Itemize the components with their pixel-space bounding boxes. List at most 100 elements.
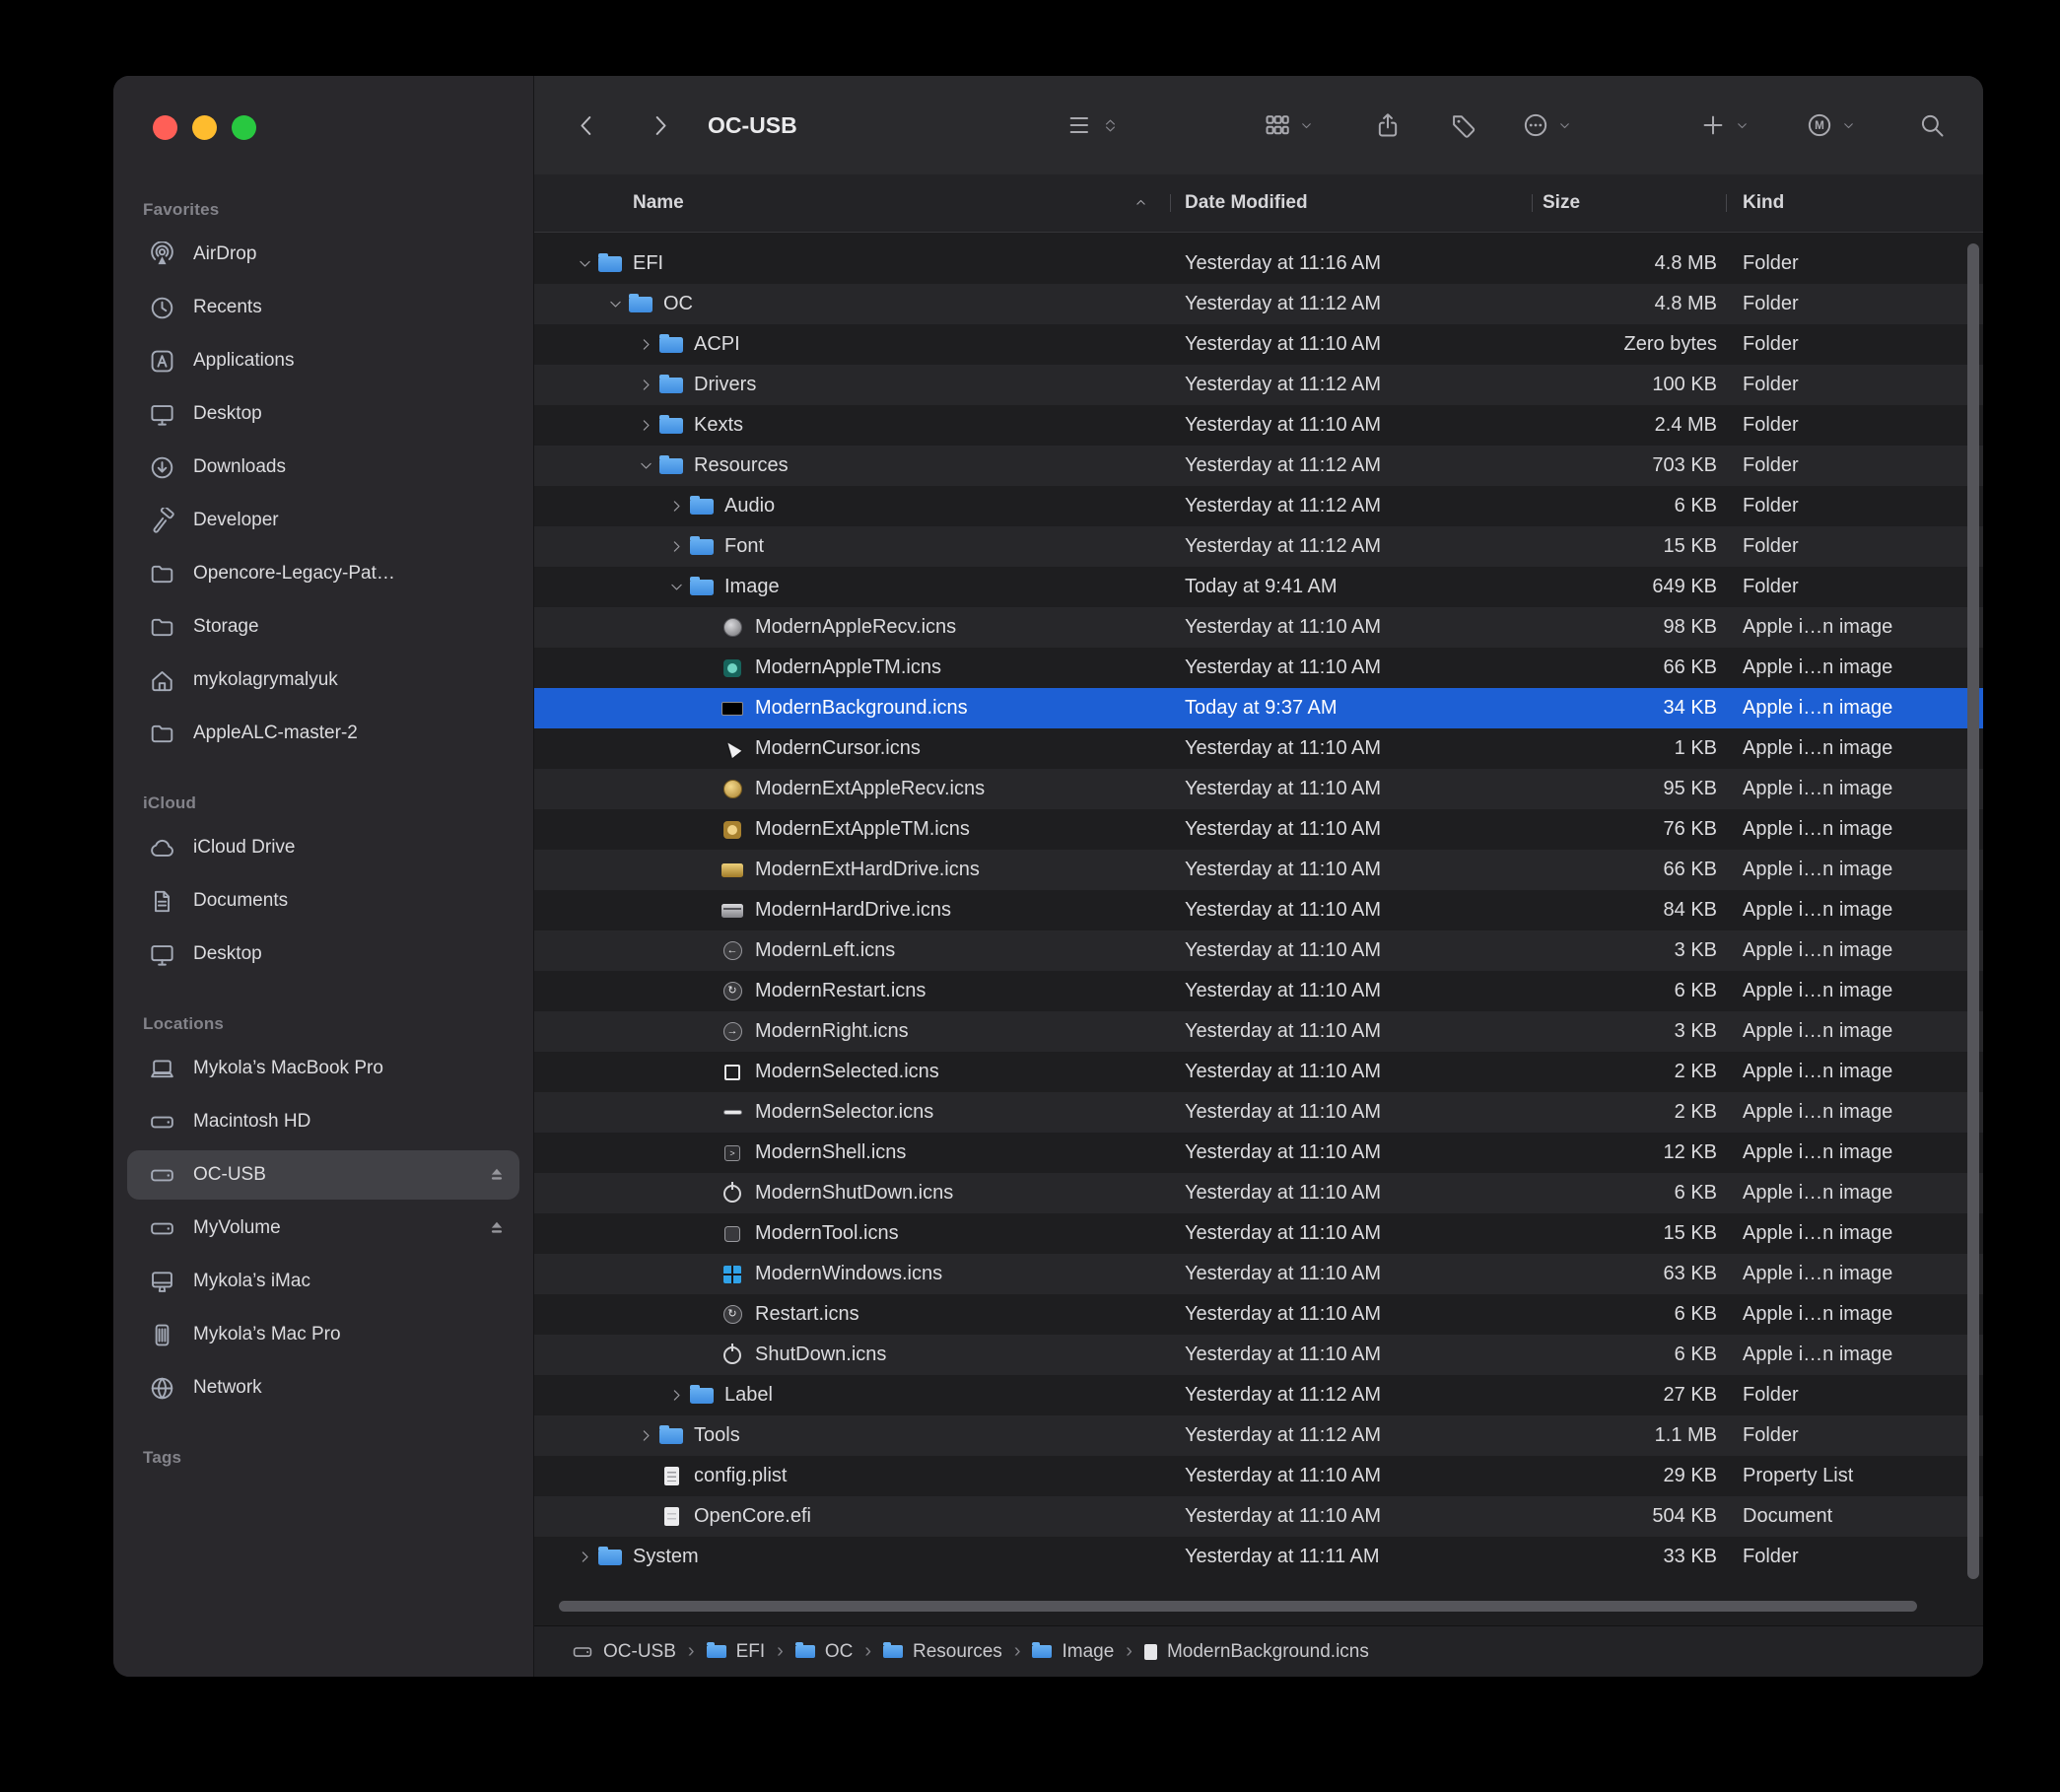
sidebar-item-mykolagrymalyuk[interactable]: mykolagrymalyuk (127, 655, 519, 705)
sidebar-item-desktop[interactable]: Desktop (127, 930, 519, 979)
toolbar-tag-button[interactable] (1450, 76, 1477, 174)
path-item-efi[interactable]: EFI (707, 1641, 766, 1663)
sidebar-item-storage[interactable]: Storage (127, 602, 519, 652)
toolbar-account-button[interactable]: M (1806, 76, 1856, 174)
disclosure-collapsed[interactable] (633, 332, 658, 358)
chev-down-icon[interactable] (668, 579, 685, 595)
disclosure-expanded[interactable] (602, 292, 628, 317)
file-row-modernapplerecv-icns[interactable]: ModernAppleRecv.icnsYesterday at 11:10 A… (534, 607, 1983, 648)
chev-down-icon[interactable] (607, 296, 624, 312)
sidebar-item-documents[interactable]: Documents (127, 876, 519, 926)
chev-right-icon[interactable] (668, 498, 685, 515)
disclosure-collapsed[interactable] (663, 534, 689, 560)
chev-right-icon[interactable] (668, 538, 685, 555)
file-row-modernappletm-icns[interactable]: ModernAppleTM.icnsYesterday at 11:10 AM6… (534, 648, 1983, 688)
file-row-oc[interactable]: OCYesterday at 11:12 AM4.8 MBFolder (534, 284, 1983, 324)
toolbar-back-button[interactable] (574, 76, 600, 174)
sidebar-item-oc-usb[interactable]: OC-USB (127, 1150, 519, 1200)
file-row-modernextharddrive-icns[interactable]: ModernExtHardDrive.icnsYesterday at 11:1… (534, 850, 1983, 890)
file-row-modernextapplerecv-icns[interactable]: ModernExtAppleRecv.icnsYesterday at 11:1… (534, 769, 1983, 809)
file-row-moderncursor-icns[interactable]: ModernCursor.icnsYesterday at 11:10 AM1 … (534, 728, 1983, 769)
eject-icon[interactable] (486, 1217, 508, 1239)
path-item-oc-usb[interactable]: OC-USB (572, 1641, 676, 1663)
vertical-scrollbar[interactable] (1967, 243, 1979, 1579)
toolbar-more-circle-button[interactable] (1522, 76, 1572, 174)
chev-right-icon[interactable] (638, 377, 654, 393)
sidebar-item-mykola-s-imac[interactable]: Mykola’s iMac (127, 1257, 519, 1306)
disclosure-expanded[interactable] (572, 251, 597, 277)
chev-down-icon[interactable] (577, 255, 593, 272)
toolbar-view-list-button[interactable] (1066, 76, 1119, 174)
file-row-modernwindows-icns[interactable]: ModernWindows.icnsYesterday at 11:10 AM6… (534, 1254, 1983, 1294)
chev-right-icon[interactable] (668, 1387, 685, 1404)
column-header-date-modified[interactable]: Date Modified (1185, 174, 1308, 232)
file-row-resources[interactable]: ResourcesYesterday at 11:12 AM703 KBFold… (534, 446, 1983, 486)
disclosure-expanded[interactable] (663, 575, 689, 600)
file-row-acpi[interactable]: ACPIYesterday at 11:10 AMZero bytesFolde… (534, 324, 1983, 365)
file-row-efi[interactable]: EFIYesterday at 11:16 AM4.8 MBFolder (534, 243, 1983, 284)
disclosure-collapsed[interactable] (633, 413, 658, 439)
column-divider[interactable] (1170, 194, 1171, 212)
path-item-image[interactable]: Image (1032, 1641, 1114, 1663)
path-item-modernbackground-icns[interactable]: ModernBackground.icns (1144, 1641, 1369, 1663)
file-row-image[interactable]: ImageToday at 9:41 AM649 KBFolder (534, 567, 1983, 607)
sidebar-item-downloads[interactable]: Downloads (127, 443, 519, 492)
sidebar-item-recents[interactable]: Recents (127, 283, 519, 332)
column-header-kind[interactable]: Kind (1743, 174, 1784, 232)
toolbar-group-button[interactable] (1264, 76, 1314, 174)
file-row-modernshutdown-icns[interactable]: ModernShutDown.icnsYesterday at 11:10 AM… (534, 1173, 1983, 1213)
sidebar-item-mykola-s-macbook-pro[interactable]: Mykola’s MacBook Pro (127, 1044, 519, 1093)
disclosure-collapsed[interactable] (663, 1383, 689, 1409)
sidebar-item-desktop[interactable]: Desktop (127, 389, 519, 439)
column-divider[interactable] (1726, 194, 1727, 212)
eject-icon[interactable] (486, 1164, 508, 1186)
file-row-kexts[interactable]: KextsYesterday at 11:10 AM2.4 MBFolder (534, 405, 1983, 446)
file-row-label[interactable]: LabelYesterday at 11:12 AM27 KBFolder (534, 1375, 1983, 1415)
column-header-size[interactable]: Size (1543, 174, 1580, 232)
file-row-config-plist[interactable]: config.plistYesterday at 11:10 AM29 KBPr… (534, 1456, 1983, 1496)
file-row-font[interactable]: FontYesterday at 11:12 AM15 KBFolder (534, 526, 1983, 567)
chev-down-icon[interactable] (638, 457, 654, 474)
chev-right-icon[interactable] (577, 1549, 593, 1565)
file-row-modernbackground-icns[interactable]: ModernBackground.icnsToday at 9:37 AM34 … (534, 688, 1983, 728)
sidebar-item-myvolume[interactable]: MyVolume (127, 1204, 519, 1253)
file-row-modernextappletm-icns[interactable]: ModernExtAppleTM.icnsYesterday at 11:10 … (534, 809, 1983, 850)
chev-right-icon[interactable] (638, 1427, 654, 1444)
file-row-modernshell-icns[interactable]: ModernShell.icnsYesterday at 11:10 AM12 … (534, 1133, 1983, 1173)
disclosure-expanded[interactable] (633, 453, 658, 479)
toolbar-plus-button[interactable] (1699, 76, 1750, 174)
path-item-oc[interactable]: OC (795, 1641, 854, 1663)
file-row-restart-icns[interactable]: ↻Restart.icnsYesterday at 11:10 AM6 KBAp… (534, 1294, 1983, 1335)
file-row-opencore-efi[interactable]: OpenCore.efiYesterday at 11:10 AM504 KBD… (534, 1496, 1983, 1537)
chev-right-icon[interactable] (638, 417, 654, 434)
sidebar-item-applealc-master-2[interactable]: AppleALC-master-2 (127, 709, 519, 758)
file-row-modernright-icns[interactable]: →ModernRight.icnsYesterday at 11:10 AM3 … (534, 1011, 1983, 1052)
column-divider[interactable] (1532, 194, 1533, 212)
close-button[interactable] (153, 115, 177, 140)
file-row-modernrestart-icns[interactable]: ↻ModernRestart.icnsYesterday at 11:10 AM… (534, 971, 1983, 1011)
sidebar-item-airdrop[interactable]: AirDrop (127, 230, 519, 279)
file-row-system[interactable]: SystemYesterday at 11:11 AM33 KBFolder (534, 1537, 1983, 1577)
file-row-tools[interactable]: ToolsYesterday at 11:12 AM1.1 MBFolder (534, 1415, 1983, 1456)
sidebar-item-icloud-drive[interactable]: iCloud Drive (127, 823, 519, 872)
sidebar-item-network[interactable]: Network (127, 1363, 519, 1413)
sidebar-item-opencore-legacy-pat[interactable]: Opencore-Legacy-Pat… (127, 549, 519, 598)
sidebar-item-applications[interactable]: Applications (127, 336, 519, 385)
sidebar-item-mykola-s-mac-pro[interactable]: Mykola’s Mac Pro (127, 1310, 519, 1359)
disclosure-collapsed[interactable] (633, 1423, 658, 1449)
file-row-modernleft-icns[interactable]: ←ModernLeft.icnsYesterday at 11:10 AM3 K… (534, 930, 1983, 971)
disclosure-collapsed[interactable] (633, 373, 658, 398)
file-row-drivers[interactable]: DriversYesterday at 11:12 AM100 KBFolder (534, 365, 1983, 405)
disclosure-collapsed[interactable] (663, 494, 689, 519)
disclosure-collapsed[interactable] (572, 1545, 597, 1570)
toolbar-search-button[interactable] (1918, 76, 1946, 174)
file-row-moderntool-icns[interactable]: ModernTool.icnsYesterday at 11:10 AM15 K… (534, 1213, 1983, 1254)
file-row-audio[interactable]: AudioYesterday at 11:12 AM6 KBFolder (534, 486, 1983, 526)
file-row-modernselected-icns[interactable]: ModernSelected.icnsYesterday at 11:10 AM… (534, 1052, 1983, 1092)
toolbar-forward-button[interactable] (647, 76, 673, 174)
zoom-button[interactable] (232, 115, 256, 140)
column-header-name[interactable]: Name (633, 174, 684, 232)
file-row-shutdown-icns[interactable]: ShutDown.icnsYesterday at 11:10 AM6 KBAp… (534, 1335, 1983, 1375)
path-item-resources[interactable]: Resources (883, 1641, 1002, 1663)
minimize-button[interactable] (192, 115, 217, 140)
